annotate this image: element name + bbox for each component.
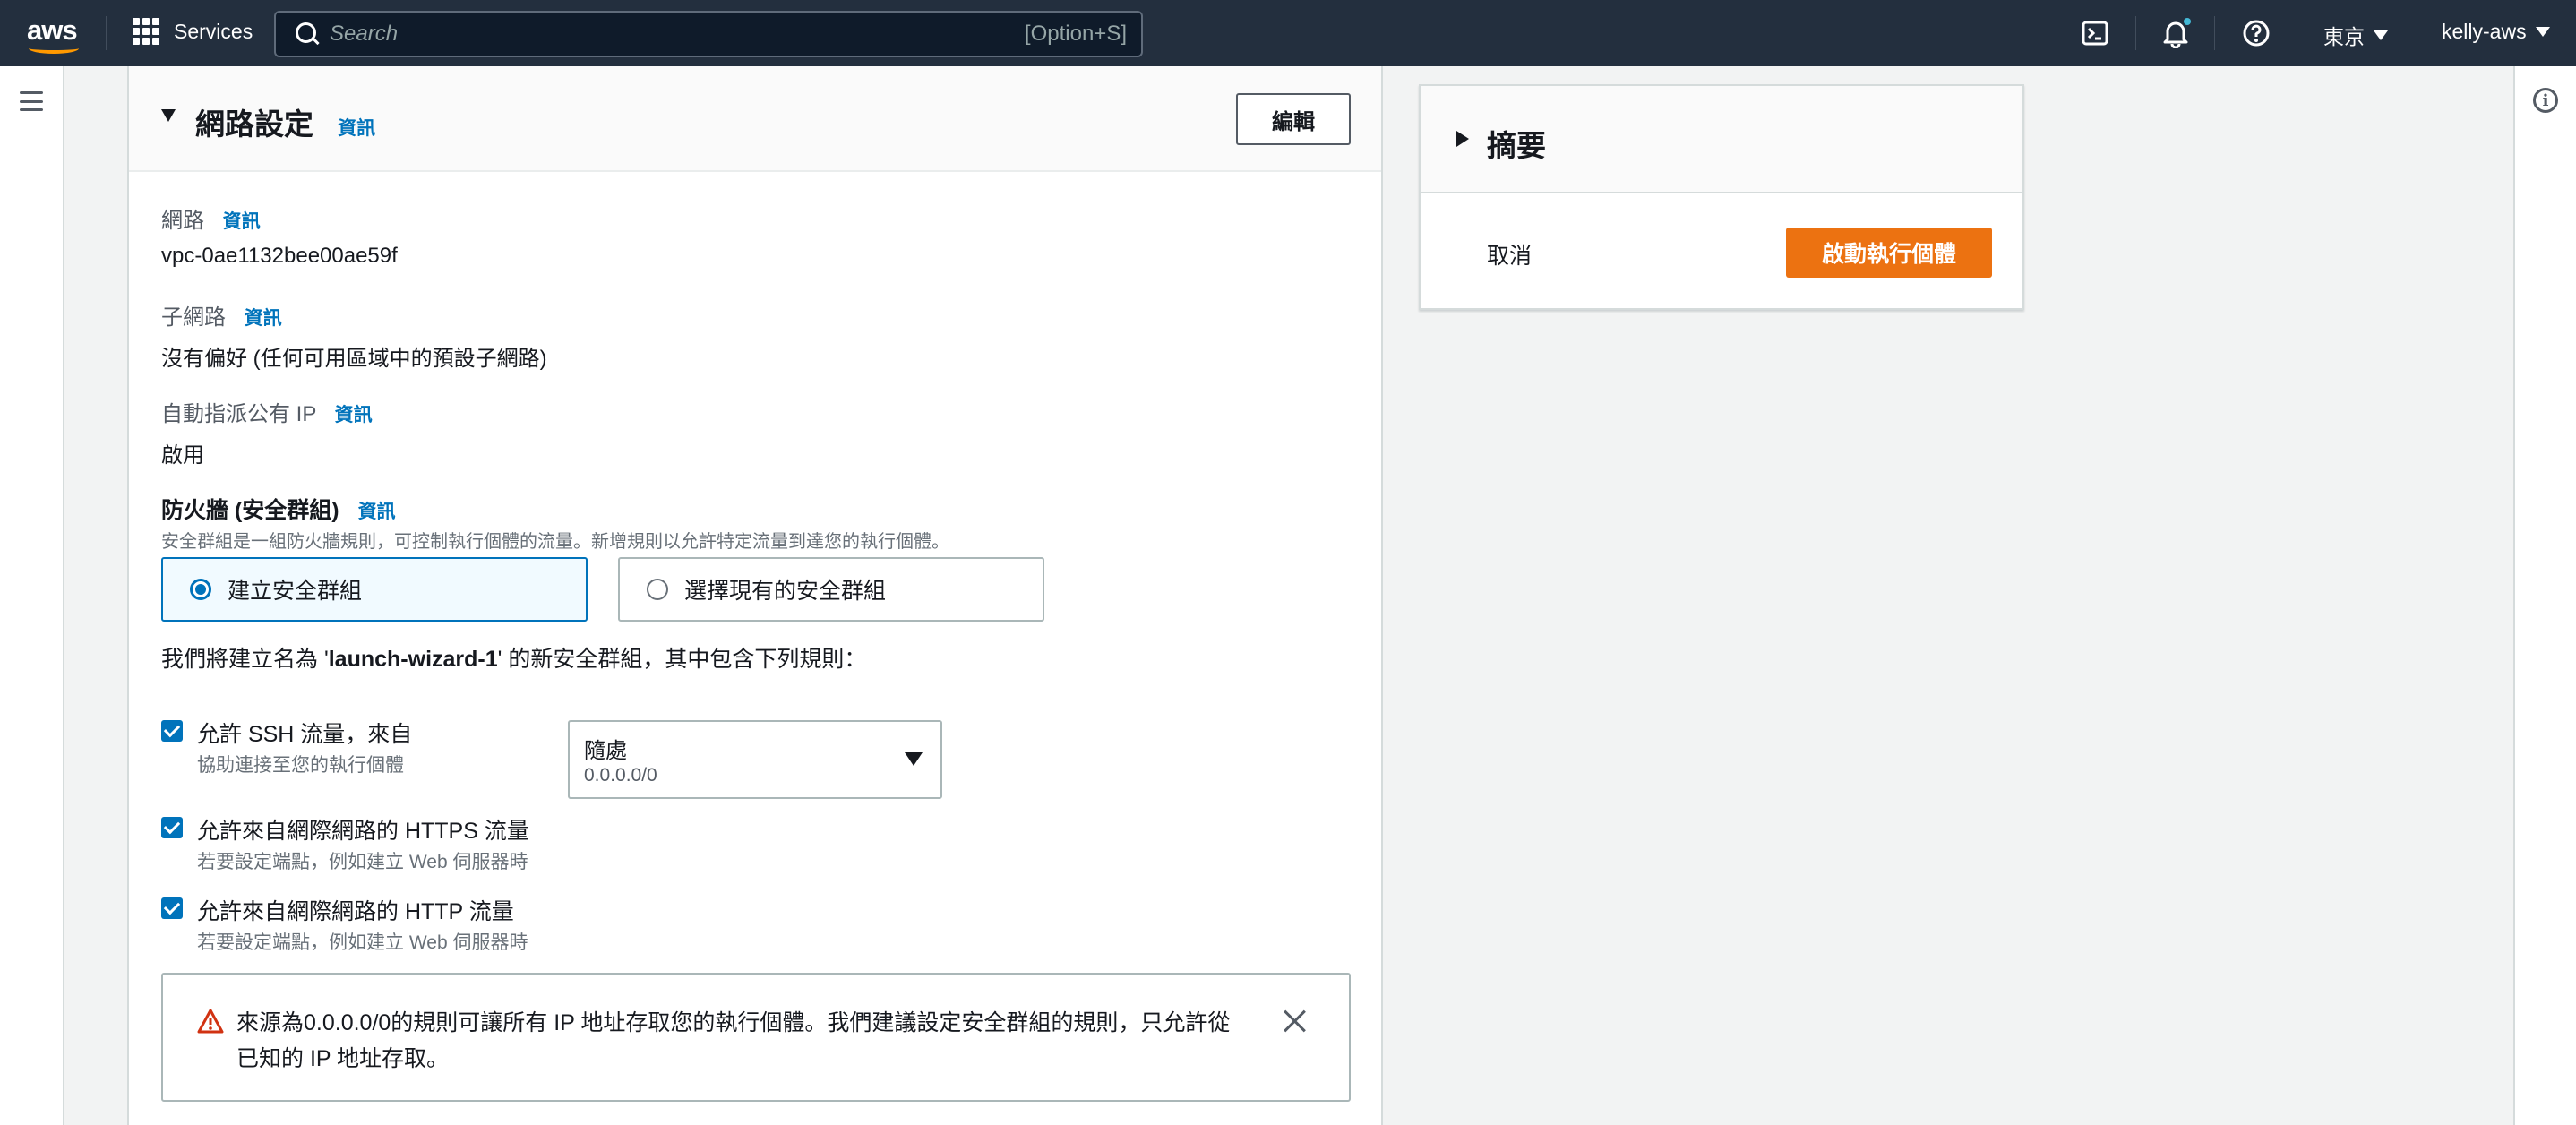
aws-logo-text: aws (27, 14, 78, 46)
network-value: vpc-0ae1132bee00ae59f (161, 244, 398, 268)
expand-caret-icon[interactable] (1456, 131, 1469, 147)
allow-ssh-label: 允許 SSH 流量，來自 (197, 722, 413, 747)
public-ip-value: 啟用 (161, 443, 204, 468)
firewall-heading: 防火牆 (安全群組) 資訊 (161, 493, 396, 525)
caret-down-icon (905, 752, 923, 766)
network-field-label: 網路 資訊 (161, 202, 261, 234)
right-rail: i (2513, 66, 2576, 1125)
services-label: Services (174, 19, 253, 43)
checkbox-allow-ssh[interactable] (161, 720, 183, 742)
region-selector[interactable]: 東京 (2323, 20, 2388, 50)
nav-separator (2214, 16, 2215, 50)
subnet-field-label: 子網路 資訊 (161, 299, 282, 331)
ssh-source-cidr: 0.0.0.0/0 (584, 765, 657, 786)
network-settings-panel: 網路設定 資訊 編輯 網路 資訊 vpc-0ae1132bee00ae59f 子… (127, 66, 1383, 1125)
allow-ssh-desc: 協助連接至您的執行個體 (197, 755, 404, 776)
radio-create-label: 建立安全群組 (228, 579, 363, 604)
info-link[interactable]: 資訊 (245, 308, 282, 329)
panel-header: 網路設定 資訊 編輯 (129, 66, 1381, 172)
radio-select-existing-group[interactable]: 選擇現有的安全群組 (618, 557, 1044, 622)
security-group-name: launch-wizard-1 (328, 647, 498, 672)
rule-prefix: 我們將建立名為 ' (161, 647, 329, 672)
info-link[interactable]: 資訊 (335, 405, 373, 425)
close-icon[interactable] (1283, 1009, 1308, 1034)
launch-instance-button[interactable]: 啟動執行個體 (1786, 228, 1992, 278)
caret-down-icon (2374, 30, 2388, 40)
search-shortcut: [Option+S] (1024, 21, 1127, 46)
new-group-rule-text: 我們將建立名為 'launch-wizard-1' 的新安全群組，其中包含下列規… (161, 641, 866, 674)
bell-icon[interactable] (2160, 18, 2191, 48)
subnet-value: 沒有偏好 (任何可用區域中的預設子網路) (161, 347, 547, 371)
summary-header: 摘要 (1421, 86, 2022, 193)
ssh-source-label: 隨處 (584, 739, 627, 763)
rule-suffix: ' 的新安全群組，其中包含下列規則： (497, 647, 867, 672)
firewall-label: 防火牆 (安全群組) (161, 498, 339, 523)
panel-title: 網路設定 資訊 (195, 100, 375, 143)
checkbox-allow-https[interactable] (161, 817, 183, 838)
checkbox-allow-http[interactable] (161, 897, 183, 919)
ssh-source-select[interactable]: 隨處 0.0.0.0/0 (568, 720, 942, 799)
radio-selected-icon (190, 579, 211, 600)
help-icon[interactable] (2241, 18, 2271, 48)
search-box[interactable]: [Option+S] (274, 11, 1143, 57)
aws-logo[interactable]: aws (27, 14, 84, 54)
public-ip-field-label: 自動指派公有 IP 資訊 (161, 396, 373, 427)
cloudshell-icon[interactable] (2080, 18, 2110, 48)
hamburger-icon[interactable] (20, 91, 43, 111)
radio-existing-label: 選擇現有的安全群組 (684, 579, 887, 604)
nav-divider (106, 16, 107, 50)
account-menu[interactable]: kelly-aws (2442, 20, 2550, 44)
subnet-label: 子網路 (161, 305, 226, 330)
allow-https-label: 允許來自網際網路的 HTTPS 流量 (197, 819, 529, 844)
summary-card: 摘要 取消 啟動執行個體 (1419, 84, 2024, 310)
nav-separator (2135, 16, 2136, 50)
allow-https-desc: 若要設定端點，例如建立 Web 伺服器時 (197, 852, 528, 872)
search-icon (296, 22, 319, 46)
services-menu-button[interactable]: Services (133, 18, 253, 45)
public-ip-label: 自動指派公有 IP (161, 402, 316, 426)
info-link[interactable]: 資訊 (338, 118, 375, 139)
summary-title: 摘要 (1487, 129, 1546, 162)
edit-button[interactable]: 編輯 (1236, 93, 1351, 145)
info-link[interactable]: 資訊 (358, 502, 396, 522)
network-settings-title: 網路設定 (195, 107, 313, 141)
radio-unselected-icon (647, 579, 668, 600)
search-input[interactable] (330, 21, 1025, 47)
warning-text: 來源為0.0.0.0/0的規則可讓所有 IP 地址存取您的執行個體。我們建議設定… (236, 1010, 1231, 1071)
radio-create-security-group[interactable]: 建立安全群組 (161, 557, 588, 622)
allow-http-label: 允許來自網際網路的 HTTP 流量 (197, 899, 514, 924)
account-label: kelly-aws (2442, 20, 2527, 43)
region-label: 東京 (2323, 25, 2365, 48)
aws-smile-icon (29, 43, 79, 54)
caret-down-icon (2535, 27, 2550, 37)
warning-icon (197, 1009, 224, 1034)
collapse-caret-icon[interactable] (161, 109, 176, 122)
open-ip-warning-alert: 來源為0.0.0.0/0的規則可讓所有 IP 地址存取您的執行個體。我們建議設定… (161, 973, 1351, 1102)
info-icon[interactable]: i (2533, 88, 2558, 113)
left-rail (0, 66, 64, 1125)
info-link[interactable]: 資訊 (223, 211, 261, 232)
network-label: 網路 (161, 209, 204, 233)
grid-icon (133, 18, 159, 45)
top-navigation: aws Services [Option+S] 東京 kelly-aws (0, 0, 2576, 66)
allow-http-desc: 若要設定端點，例如建立 Web 伺服器時 (197, 932, 528, 953)
cancel-button[interactable]: 取消 (1487, 238, 1532, 271)
firewall-description: 安全群組是一組防火牆規則，可控制執行個體的流量。新增規則以允許特定流量到達您的執… (161, 532, 949, 552)
